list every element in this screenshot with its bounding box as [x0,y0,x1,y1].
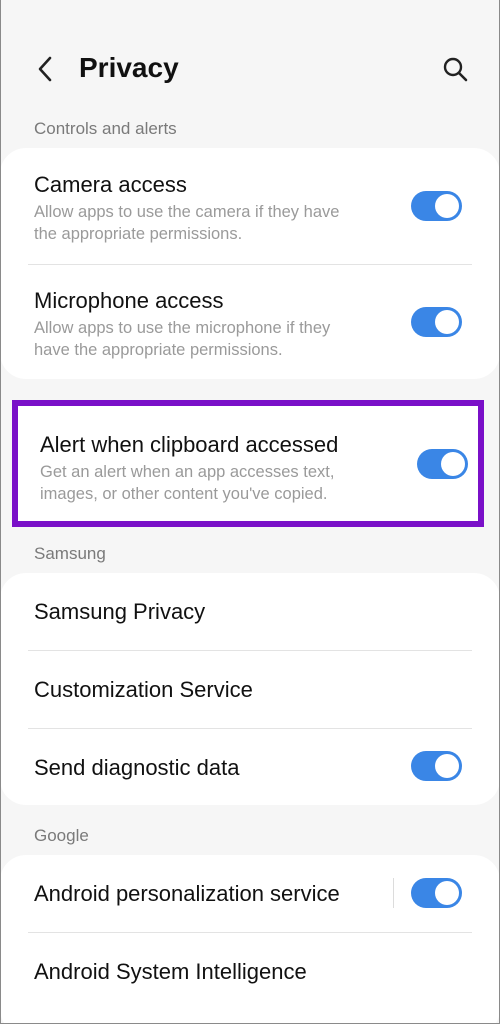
camera-access-title: Camera access [34,172,187,197]
clipboard-alert-title: Alert when clipboard accessed [40,432,339,457]
google-card: Android personalization service Android … [0,855,500,1024]
section-label-controls: Controls and alerts [34,119,177,138]
send-diagnostic-toggle[interactable] [411,751,462,781]
microphone-access-description: Allow apps to use the microphone if they… [34,319,331,359]
section-label-samsung: Samsung [34,544,106,563]
clipboard-alert-item[interactable]: Alert when clipboard accessed Get an ale… [6,400,500,527]
app-bar: Privacy [0,0,500,130]
android-personalization-title: Android personalization service [34,881,340,906]
clipboard-alert-toggle[interactable] [417,449,468,479]
section-label-google: Google [34,826,89,845]
microphone-access-toggle[interactable] [411,307,462,337]
camera-access-description: Allow apps to use the camera if they hav… [34,203,340,243]
clipboard-alert-description: Get an alert when an app accesses text, … [40,463,335,503]
samsung-privacy-title: Samsung Privacy [34,599,206,624]
clipboard-alert-highlight: Alert when clipboard accessed Get an ale… [12,400,484,527]
customization-service-item[interactable]: Customization Service [0,651,500,728]
chevron-left-icon [38,56,52,82]
controls-card: Camera access Allow apps to use the came… [0,148,500,379]
camera-access-toggle[interactable] [411,191,462,221]
android-personalization-item[interactable]: Android personalization service [0,855,500,932]
customization-service-title: Customization Service [34,677,253,702]
vertical-separator [393,878,394,908]
samsung-card: Samsung Privacy Customization Service Se… [0,573,500,805]
android-system-intelligence-item[interactable]: Android System Intelligence [0,933,500,1010]
android-personalization-toggle[interactable] [411,878,462,908]
search-icon [443,57,468,82]
back-button[interactable] [30,52,60,86]
search-button[interactable] [438,52,472,86]
microphone-access-item[interactable]: Microphone access Allow apps to use the … [0,265,500,379]
microphone-access-title: Microphone access [34,288,224,313]
android-system-intelligence-title: Android System Intelligence [34,959,307,984]
send-diagnostic-title: Send diagnostic data [34,755,240,780]
send-diagnostic-item[interactable]: Send diagnostic data [0,729,500,805]
camera-access-item[interactable]: Camera access Allow apps to use the came… [0,148,500,264]
samsung-privacy-item[interactable]: Samsung Privacy [0,573,500,650]
page-title: Privacy [79,52,179,83]
